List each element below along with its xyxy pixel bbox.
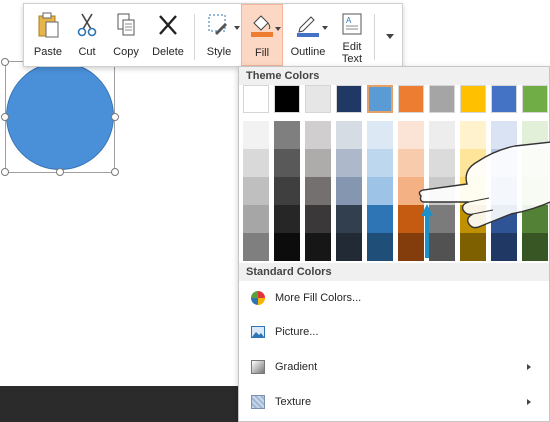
theme-shade-swatch[interactable] <box>305 121 331 149</box>
theme-shade-swatch[interactable] <box>243 205 269 233</box>
theme-shade-swatch[interactable] <box>305 205 331 233</box>
theme-shade-swatch[interactable] <box>336 205 362 233</box>
more-fill-colors-item[interactable]: More Fill Colors... <box>239 283 549 313</box>
theme-shade-swatch[interactable] <box>336 149 362 177</box>
theme-color-swatch[interactable] <box>460 85 486 113</box>
theme-shade-swatch[interactable] <box>305 233 331 261</box>
theme-shade-swatch[interactable] <box>336 233 362 261</box>
theme-color-swatch[interactable] <box>522 85 548 113</box>
scissors-icon <box>77 13 97 37</box>
gradient-fill-item[interactable]: Gradient <box>239 352 549 382</box>
fill-label: Fill <box>254 47 270 59</box>
edit-text-label-line2: Text <box>341 53 363 65</box>
resize-handle-bottom-center[interactable] <box>56 168 64 176</box>
svg-text:A: A <box>346 16 352 25</box>
picture-fill-item[interactable]: Picture... <box>239 317 549 347</box>
gradient-icon <box>251 360 265 374</box>
theme-shade-swatch[interactable] <box>367 205 393 233</box>
theme-color-swatch[interactable] <box>243 85 269 113</box>
theme-shade-swatch[interactable] <box>243 121 269 149</box>
fill-dropdown-arrow[interactable] <box>275 27 281 31</box>
copy-label: Copy <box>113 46 139 58</box>
resize-handle-middle-left[interactable] <box>1 113 9 121</box>
standard-colors-header: Standard Colors <box>239 263 549 281</box>
more-fill-colors-label: More Fill Colors... <box>275 292 362 304</box>
theme-shade-swatch[interactable] <box>274 149 300 177</box>
texture-submenu-arrow <box>527 399 531 405</box>
theme-shade-swatch[interactable] <box>367 149 393 177</box>
theme-color-swatch[interactable] <box>491 85 517 113</box>
style-dropdown-arrow[interactable] <box>234 26 240 30</box>
theme-shade-swatch[interactable] <box>305 177 331 205</box>
resize-handle-bottom-right[interactable] <box>111 168 119 176</box>
style-label: Style <box>206 46 232 58</box>
delete-x-icon <box>159 15 177 35</box>
cut-label: Cut <box>78 46 96 58</box>
theme-shade-swatch[interactable] <box>274 205 300 233</box>
texture-fill-label: Texture <box>275 396 312 408</box>
delete-label: Delete <box>152 46 184 58</box>
theme-shade-swatch[interactable] <box>367 177 393 205</box>
texture-icon <box>251 395 265 409</box>
theme-shade-swatch[interactable] <box>274 233 300 261</box>
theme-shade-swatch[interactable] <box>336 177 362 205</box>
theme-color-swatch[interactable] <box>367 85 393 113</box>
picture-icon <box>251 326 265 338</box>
delete-button[interactable]: Delete <box>148 4 188 66</box>
edit-text-label: Edit Text <box>332 41 372 65</box>
resize-handle-bottom-left[interactable] <box>1 168 9 176</box>
theme-colors-header: Theme Colors <box>239 67 549 85</box>
outline-label: Outline <box>290 46 326 58</box>
theme-shade-swatch[interactable] <box>274 177 300 205</box>
resize-handle-middle-right[interactable] <box>111 113 119 121</box>
fill-color-menu: Theme Colors Standard Colors More Fill C… <box>238 66 550 422</box>
toolbar-divider <box>374 14 375 60</box>
theme-shade-swatch[interactable] <box>367 233 393 261</box>
theme-shade-swatch[interactable] <box>243 233 269 261</box>
theme-shade-swatch[interactable] <box>243 149 269 177</box>
toolbar-divider <box>194 14 195 60</box>
copy-icon <box>117 13 135 36</box>
theme-color-swatch[interactable] <box>305 85 331 113</box>
gradient-fill-label: Gradient <box>275 361 318 373</box>
theme-shade-swatch[interactable] <box>367 121 393 149</box>
theme-color-swatch[interactable] <box>336 85 362 113</box>
resize-handle-top-left[interactable] <box>1 58 9 66</box>
gradient-submenu-arrow <box>527 364 531 370</box>
chevron-down-icon <box>386 34 394 39</box>
mini-toolbar: Paste Cut Copy Delete Style Fill Outline… <box>23 3 403 67</box>
color-wheel-icon <box>251 291 265 305</box>
outline-button[interactable]: Outline <box>286 4 330 66</box>
copy-button[interactable]: Copy <box>108 4 144 66</box>
paint-bucket-icon <box>251 15 273 37</box>
theme-shade-swatch[interactable] <box>305 149 331 177</box>
theme-color-swatch[interactable] <box>274 85 300 113</box>
shape-style-icon <box>208 14 227 35</box>
theme-shade-swatch[interactable] <box>274 121 300 149</box>
theme-shade-swatch[interactable] <box>336 121 362 149</box>
circle-shape[interactable] <box>6 62 114 170</box>
picture-fill-label: Picture... <box>275 326 319 338</box>
pointing-hand-icon <box>418 141 550 229</box>
style-button[interactable]: Style <box>200 4 240 66</box>
outline-dropdown-arrow[interactable] <box>322 26 328 30</box>
pen-outline-icon <box>297 16 319 37</box>
more-options-button[interactable] <box>378 4 400 66</box>
theme-color-swatch[interactable] <box>398 85 424 113</box>
paste-icon <box>38 12 59 38</box>
theme-shade-swatch[interactable] <box>243 177 269 205</box>
edit-text-icon: A <box>342 13 362 35</box>
edit-text-label-line1: Edit <box>342 41 362 53</box>
fill-button[interactable]: Fill <box>241 4 283 66</box>
cut-button[interactable]: Cut <box>70 4 104 66</box>
edit-text-button[interactable]: A Edit Text <box>332 4 372 66</box>
paste-label: Paste <box>33 46 63 58</box>
paste-button[interactable]: Paste <box>30 4 66 66</box>
texture-fill-item[interactable]: Texture <box>239 387 549 417</box>
theme-color-swatch[interactable] <box>429 85 455 113</box>
